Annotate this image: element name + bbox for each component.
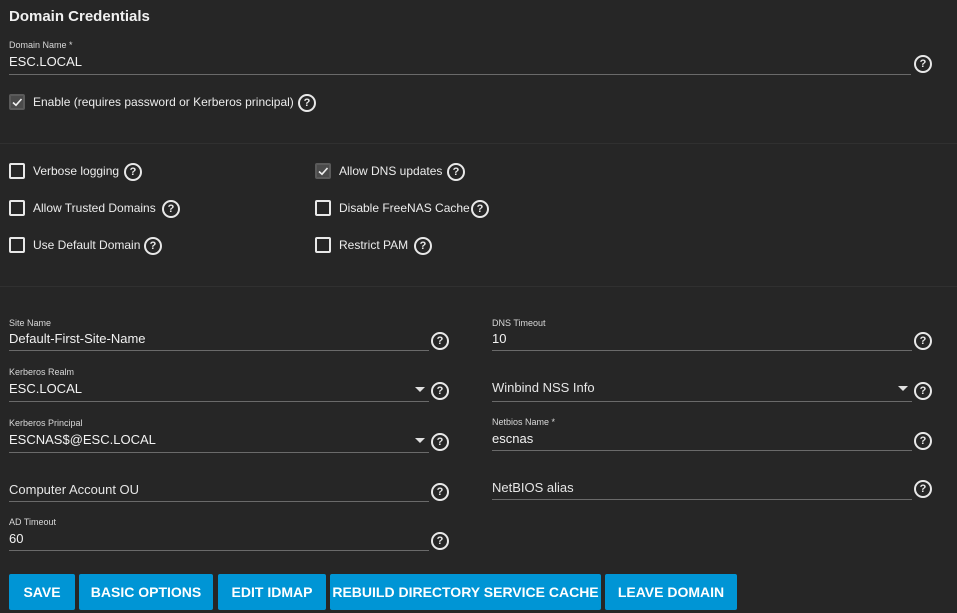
netbios-alias-input[interactable]: NetBIOS alias xyxy=(492,480,574,495)
netbios-name-input[interactable]: escnas xyxy=(492,431,533,446)
disable-freenas-cache-help-icon[interactable]: ? xyxy=(471,200,489,218)
kerberos-realm-select[interactable]: ESC.LOCAL xyxy=(9,381,82,396)
check-icon xyxy=(318,167,329,176)
save-button[interactable]: SAVE xyxy=(9,574,75,610)
caret-down-icon[interactable] xyxy=(898,386,908,391)
enable-checkbox[interactable] xyxy=(9,94,25,110)
section-title: Domain Credentials xyxy=(9,8,150,25)
ad-timeout-input[interactable]: 60 xyxy=(9,531,23,546)
netbios-name-help-icon[interactable]: ? xyxy=(914,432,932,450)
allow-trusted-domains-checkbox[interactable] xyxy=(9,200,25,216)
use-default-domain-label: Use Default Domain xyxy=(33,238,141,252)
netbios-name-underline xyxy=(492,450,912,451)
rebuild-directory-service-cache-button[interactable]: REBUILD DIRECTORY SERVICE CACHE xyxy=(330,574,601,610)
restrict-pam-help-icon[interactable]: ? xyxy=(414,237,432,255)
kerberos-principal-underline xyxy=(9,452,429,453)
winbind-nss-info-select[interactable]: Winbind NSS Info xyxy=(492,380,595,395)
kerberos-realm-underline xyxy=(9,401,429,402)
allow-dns-updates-checkbox[interactable] xyxy=(315,163,331,179)
kerberos-principal-label: Kerberos Principal xyxy=(9,418,83,428)
ad-timeout-underline xyxy=(9,550,429,551)
verbose-logging-label: Verbose logging xyxy=(33,164,120,178)
site-name-underline xyxy=(9,350,429,351)
allow-trusted-domains-help-icon[interactable]: ? xyxy=(162,200,180,218)
kerberos-principal-help-icon[interactable]: ? xyxy=(431,433,449,451)
enable-help-icon[interactable]: ? xyxy=(298,94,316,112)
netbios-alias-help-icon[interactable]: ? xyxy=(914,480,932,498)
disable-freenas-cache-label: Disable FreeNAS Cache xyxy=(339,201,470,215)
caret-down-icon[interactable] xyxy=(415,387,425,392)
allow-dns-updates-help-icon[interactable]: ? xyxy=(447,163,465,181)
use-default-domain-checkbox[interactable] xyxy=(9,237,25,253)
site-name-help-icon[interactable]: ? xyxy=(431,332,449,350)
kerberos-principal-select[interactable]: ESCNAS$@ESC.LOCAL xyxy=(9,432,156,447)
dns-timeout-underline xyxy=(492,350,912,351)
site-name-input[interactable]: Default-First-Site-Name xyxy=(9,331,146,346)
winbind-nss-info-help-icon[interactable]: ? xyxy=(914,382,932,400)
leave-domain-button[interactable]: LEAVE DOMAIN xyxy=(605,574,737,610)
kerberos-realm-help-icon[interactable]: ? xyxy=(431,382,449,400)
caret-down-icon[interactable] xyxy=(415,438,425,443)
netbios-name-label: Netbios Name * xyxy=(492,417,556,427)
dns-timeout-input[interactable]: 10 xyxy=(492,331,506,346)
edit-idmap-button[interactable]: EDIT IDMAP xyxy=(218,574,326,610)
check-icon xyxy=(12,98,23,107)
dns-timeout-help-icon[interactable]: ? xyxy=(914,332,932,350)
use-default-domain-help-icon[interactable]: ? xyxy=(144,237,162,255)
basic-options-button[interactable]: BASIC OPTIONS xyxy=(79,574,213,610)
enable-label: Enable (requires password or Kerberos pr… xyxy=(33,95,294,109)
verbose-logging-help-icon[interactable]: ? xyxy=(124,163,142,181)
dns-timeout-label: DNS Timeout xyxy=(492,318,546,328)
domain-name-label: Domain Name * xyxy=(9,40,73,50)
computer-account-ou-input[interactable]: Computer Account OU xyxy=(9,482,139,497)
site-name-label: Site Name xyxy=(9,318,52,328)
computer-account-ou-underline xyxy=(9,501,429,502)
ad-timeout-help-icon[interactable]: ? xyxy=(431,532,449,550)
divider xyxy=(0,286,957,287)
kerberos-realm-label: Kerberos Realm xyxy=(9,367,75,377)
computer-account-ou-help-icon[interactable]: ? xyxy=(431,483,449,501)
domain-name-help-icon[interactable]: ? xyxy=(914,55,932,73)
disable-freenas-cache-checkbox[interactable] xyxy=(315,200,331,216)
winbind-nss-info-underline xyxy=(492,401,912,402)
domain-name-underline xyxy=(9,74,911,75)
allow-trusted-domains-label: Allow Trusted Domains xyxy=(33,201,156,215)
domain-name-input[interactable]: ESC.LOCAL xyxy=(9,54,82,69)
allow-dns-updates-label: Allow DNS updates xyxy=(339,164,443,178)
netbios-alias-underline xyxy=(492,499,912,500)
ad-timeout-label: AD Timeout xyxy=(9,517,57,527)
restrict-pam-checkbox[interactable] xyxy=(315,237,331,253)
verbose-logging-checkbox[interactable] xyxy=(9,163,25,179)
divider xyxy=(0,143,957,144)
restrict-pam-label: Restrict PAM xyxy=(339,238,409,252)
